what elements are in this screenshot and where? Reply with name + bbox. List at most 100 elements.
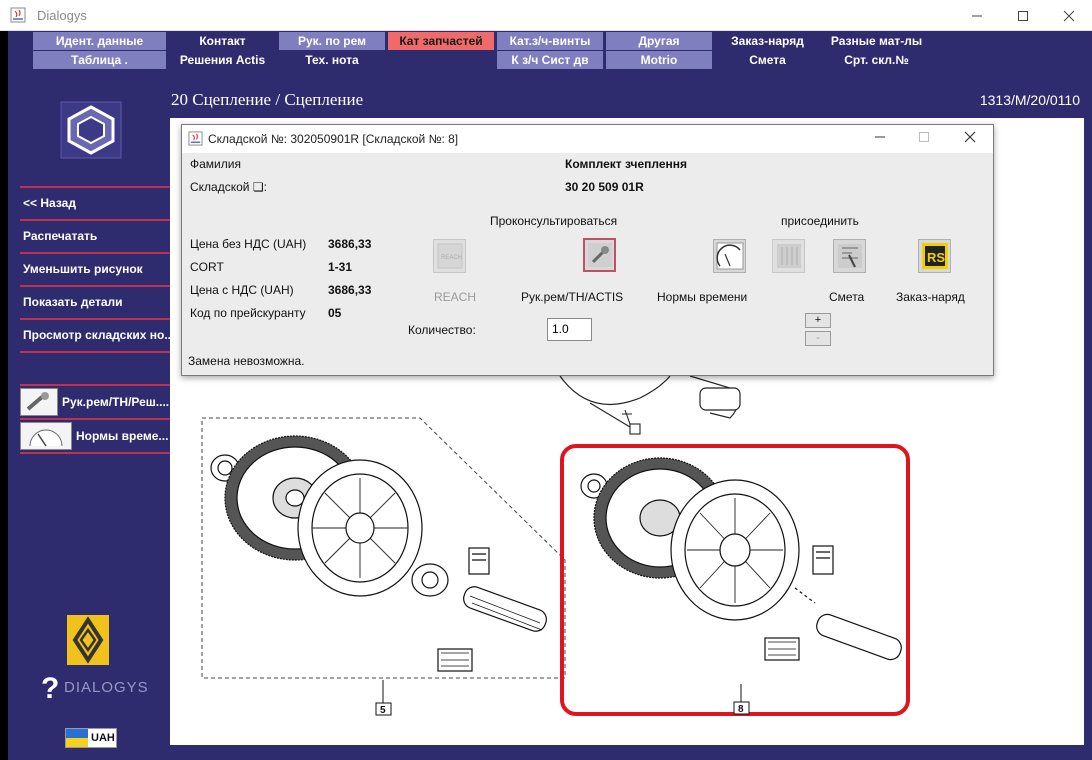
currency-badge[interactable]: UAH — [65, 728, 117, 748]
labour-times-label: Нормы времени — [657, 290, 748, 304]
currency-label: UAH — [91, 732, 115, 744]
cort-label: CORT — [190, 260, 224, 274]
family-value: Комплект зчеплення — [565, 157, 688, 171]
stopwatch-icon — [715, 242, 743, 270]
sidebar-labour-times-button[interactable]: Нормы време... — [20, 420, 171, 452]
attach-label: присоединить — [781, 214, 859, 228]
replacement-status: Замена невозможна. — [188, 354, 305, 368]
bolt-drawing — [589, 402, 641, 435]
question-icon: ? — [41, 672, 60, 705]
document-grid-icon — [776, 244, 801, 268]
window-left-edge — [0, 31, 8, 760]
page-title: 20 Сцепление / Сцепление — [171, 90, 364, 109]
tab-misc-materials[interactable]: Разные мат-лы — [823, 32, 930, 50]
sidebar-repair-manual-button[interactable]: Рук.рем/ТН/Реш.... — [20, 386, 171, 418]
tab-repair-manual[interactable]: Рук. по рем — [279, 32, 385, 50]
window-titlebar: Dialogys — [0, 0, 1092, 31]
stock-number-value: 30 20 509 01R — [565, 180, 644, 194]
estimate-icon — [837, 244, 862, 268]
quantity-input[interactable]: 1.0 — [547, 318, 592, 341]
hex-bolt-logo-icon — [60, 101, 122, 159]
drawing-reference: 1313/M/20/0110 — [979, 92, 1080, 108]
dialog-close-button[interactable] — [950, 129, 990, 149]
reach-icon: REACH — [437, 243, 462, 269]
close-icon — [1063, 10, 1075, 21]
tab-actis-solutions[interactable]: Решения Actis — [169, 51, 276, 69]
java-app-icon — [188, 131, 203, 146]
stock-label: Складской ❏: — [190, 180, 267, 194]
clutch-kit-8-drawing — [580, 457, 902, 661]
minimize-icon — [875, 136, 885, 138]
tab-motrio[interactable]: Motrio — [606, 51, 712, 69]
sidebar-show-details-button[interactable]: Показать детали — [20, 285, 171, 317]
tab-engine-system-parts[interactable]: К з/ч Сист дв — [497, 51, 603, 69]
renault-logo-icon — [67, 615, 109, 665]
tab-estimate[interactable]: Смета — [715, 51, 820, 69]
attach-disabled-button — [772, 239, 805, 273]
dialog-titlebar: Складской №: 302050901R [Складской №: 8] — [182, 125, 993, 153]
quantity-label: Количество: — [408, 323, 476, 337]
minimize-icon — [972, 15, 982, 16]
svg-text:REACH: REACH — [441, 255, 462, 261]
tab-other[interactable]: Другая — [606, 32, 712, 50]
maximize-icon — [1018, 10, 1028, 21]
sidebar-labour-times-label: Нормы време... — [76, 429, 169, 443]
dialog-maximize-button — [904, 129, 944, 149]
sidebar-print-button[interactable]: Распечатать — [20, 219, 171, 251]
price-code-label: Код по прейскуранту — [190, 306, 306, 320]
close-button[interactable] — [1046, 0, 1092, 31]
price-no-vat-value: 3686,33 — [328, 237, 372, 251]
price-no-vat-label: Цена без НДС (UAH) — [190, 237, 307, 251]
close-icon — [964, 131, 976, 143]
dialogys-brand: DIALOGYS — [64, 679, 149, 696]
wrench-icon — [20, 388, 58, 416]
repair-manual-action-button[interactable] — [583, 238, 616, 272]
dialog-minimize-button[interactable] — [860, 129, 900, 149]
tab-parts-screws[interactable]: Кат.з/ч-винты — [497, 32, 603, 50]
tab-work-order[interactable]: Заказ-наряд — [715, 32, 820, 50]
quantity-decrease-button[interactable]: - — [805, 331, 831, 346]
tab-stock-number[interactable]: Срт. скл.№ — [823, 51, 930, 69]
window-title: Dialogys — [37, 8, 87, 23]
callout-label-5: 5 — [380, 705, 386, 716]
estimate-label: Смета — [829, 290, 865, 304]
consult-label: Проконсультироваться — [490, 214, 618, 228]
labour-times-action-button[interactable] — [713, 239, 746, 273]
sidebar-stock-view-button[interactable]: Просмотр складских но... — [20, 318, 171, 350]
maximize-button[interactable] — [1000, 0, 1046, 31]
callout-label-8: 8 — [738, 704, 744, 715]
dialog-title: Складской №: 302050901R [Складской №: 8] — [208, 132, 459, 146]
work-order-label: Заказ-наряд — [896, 290, 965, 304]
stopwatch-icon — [20, 422, 72, 450]
work-order-action-button[interactable]: RS — [918, 239, 951, 273]
price-vat-label: Цена с НДС (UAH) — [190, 283, 294, 297]
tab-tech-note[interactable]: Тех. нота — [279, 51, 385, 69]
sidebar-repair-manual-label: Рук.рем/ТН/Реш.... — [62, 395, 170, 409]
tab-vehicle-id[interactable]: Идент. данные — [33, 32, 166, 50]
tab-parts-catalog[interactable]: Кат запчастей — [388, 32, 494, 50]
sidebar-zoom-out-button[interactable]: Уменьшить рисунок — [20, 252, 171, 284]
wrench-icon — [587, 243, 612, 267]
tab-contact[interactable]: Контакт — [169, 32, 276, 50]
ukraine-flag-icon — [66, 729, 88, 747]
reach-button: REACH — [433, 239, 466, 273]
sidebar-divider — [20, 351, 171, 353]
family-label: Фамилия — [190, 157, 241, 171]
price-code-value: 05 — [328, 306, 342, 320]
java-app-icon — [10, 7, 26, 23]
part-details-dialog: Складской №: 302050901R [Складской №: 8]… — [181, 124, 994, 376]
clutch-kit-5-drawing — [210, 435, 547, 672]
estimate-action-button[interactable] — [833, 239, 866, 273]
tab-table[interactable]: Таблица . — [33, 51, 166, 69]
cort-value: 1-31 — [328, 260, 353, 274]
repair-manual-label: Рук.рем/TH/ACTIS — [521, 290, 624, 304]
price-vat-value: 3686,33 — [328, 283, 372, 297]
sidebar-divider — [20, 452, 171, 454]
minimize-button[interactable] — [954, 0, 1000, 31]
quantity-increase-button[interactable]: + — [805, 313, 831, 328]
sidebar-back-button[interactable]: << Назад — [20, 186, 171, 218]
release-bearing-drawing — [559, 375, 741, 419]
maximize-icon — [919, 132, 929, 142]
reach-label: REACH — [434, 290, 477, 304]
work-order-icon: RS — [921, 243, 948, 269]
